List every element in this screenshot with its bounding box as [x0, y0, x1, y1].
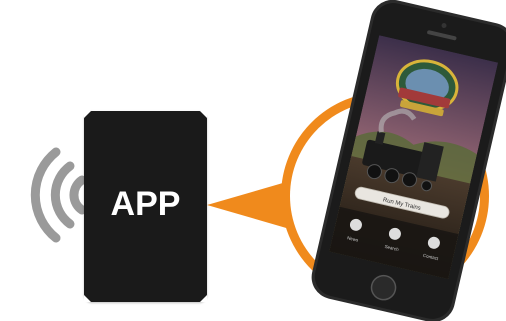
card-corner-tl [84, 111, 91, 118]
scene: Run My Trains News Search Contact APP [0, 0, 506, 321]
phone-callout: Run My Trains News Search Contact [207, 0, 506, 321]
card-corner-tr [200, 111, 207, 118]
card-corner-br [200, 295, 207, 302]
app-label: APP [110, 185, 181, 223]
card-corner-bl [84, 295, 91, 302]
app-card: APP [84, 111, 207, 302]
